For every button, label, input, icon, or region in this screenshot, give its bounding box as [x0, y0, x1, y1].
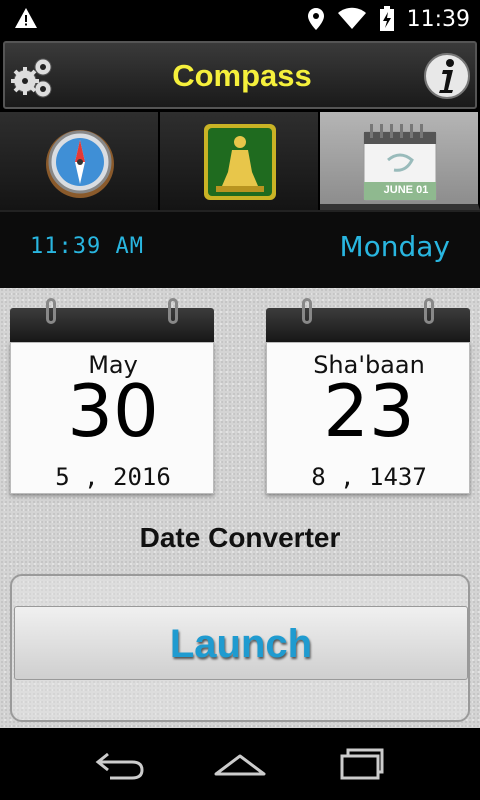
recent-apps-icon[interactable] [330, 742, 390, 786]
calendar-ring [302, 298, 312, 324]
time-row: 11:39 AM Monday [0, 210, 480, 288]
date-converter-label: Date Converter [139, 522, 341, 553]
battery-icon [379, 6, 394, 31]
warning-icon [15, 8, 37, 28]
gregorian-calendar: May 30 5 , 2016 [10, 298, 214, 494]
tab-calendar[interactable]: JUNE 01 [320, 112, 480, 210]
tab-compass[interactable] [0, 112, 160, 210]
hijri-calendar: Sha'baan 23 8 , 1437 [266, 298, 470, 494]
location-icon [307, 8, 324, 30]
tab-prayer[interactable] [160, 112, 320, 210]
calendar-ring [424, 298, 434, 324]
status-clock: 11:39 [406, 6, 470, 32]
calendar-ring [168, 298, 178, 324]
navigation-bar [0, 728, 480, 800]
prayer-icon [204, 124, 276, 200]
app-title: Compass [172, 58, 312, 93]
calendar-tab-label: JUNE 01 [383, 184, 429, 196]
calendar-ring [46, 298, 56, 324]
home-icon[interactable] [210, 742, 270, 786]
launch-button[interactable]: Launch [14, 606, 468, 680]
info-icon[interactable] [423, 52, 471, 100]
launch-panel: Launch [10, 574, 470, 722]
current-day: Monday [339, 230, 450, 263]
gregorian-year: 5 , 2016 [55, 463, 171, 491]
tab-bar: JUNE 01 [0, 112, 480, 210]
hijri-year: 8 , 1437 [311, 463, 427, 491]
compass-icon [46, 130, 114, 198]
hijri-day: 23 [323, 369, 415, 453]
main-area: May 30 5 , 2016 Sha'baan 23 8 , 1437 Dat… [0, 288, 480, 728]
gregorian-day: 30 [67, 369, 159, 453]
app-header: Compass [0, 38, 480, 112]
status-bar: 11:39 [0, 0, 480, 38]
current-time: 11:39 AM [30, 234, 144, 259]
wifi-icon [337, 7, 366, 29]
back-icon[interactable] [90, 742, 150, 786]
